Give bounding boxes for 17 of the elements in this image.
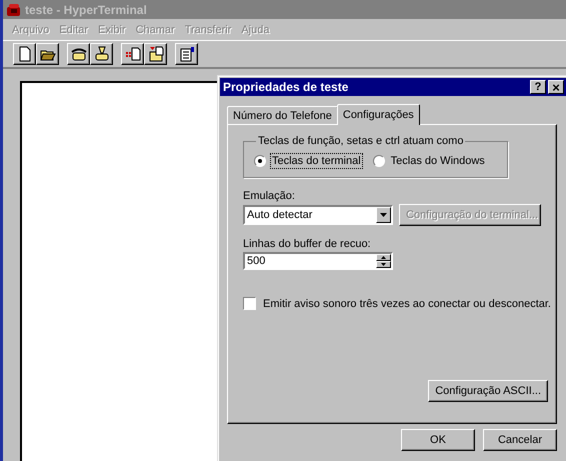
dialog-button[interactable]: Cancelar — [483, 429, 557, 451]
tab[interactable]: Número do Telefone — [227, 106, 338, 124]
radio-option[interactable]: Teclas do Windows — [372, 153, 487, 169]
buffer-label: Linhas do buffer de recuo: — [243, 238, 372, 250]
emulation-label: Emulação: — [243, 190, 296, 202]
help-button[interactable]: ? — [530, 80, 546, 94]
checkbox-label: Emitir aviso sonoro três vezes ao conectar ou desconectar. — [263, 298, 551, 310]
emulation-dropdown[interactable]: Auto detectar — [243, 205, 393, 225]
group-title: Teclas de função, setas e ctrl atuam como — [257, 135, 464, 147]
ascii-settings-button[interactable]: Configuração ASCII... — [428, 380, 548, 402]
dialog-title: Propriedades de teste — [223, 80, 350, 94]
dialog-button[interactable]: OK — [401, 429, 475, 451]
tab[interactable]: Configurações — [336, 104, 420, 125]
window-title: teste - HyperTerminal — [25, 2, 147, 16]
close-button[interactable]: × — [548, 80, 564, 94]
radio-label: Teclas do Windows — [390, 154, 486, 169]
buffer-lines-field[interactable]: 500 — [243, 252, 393, 270]
